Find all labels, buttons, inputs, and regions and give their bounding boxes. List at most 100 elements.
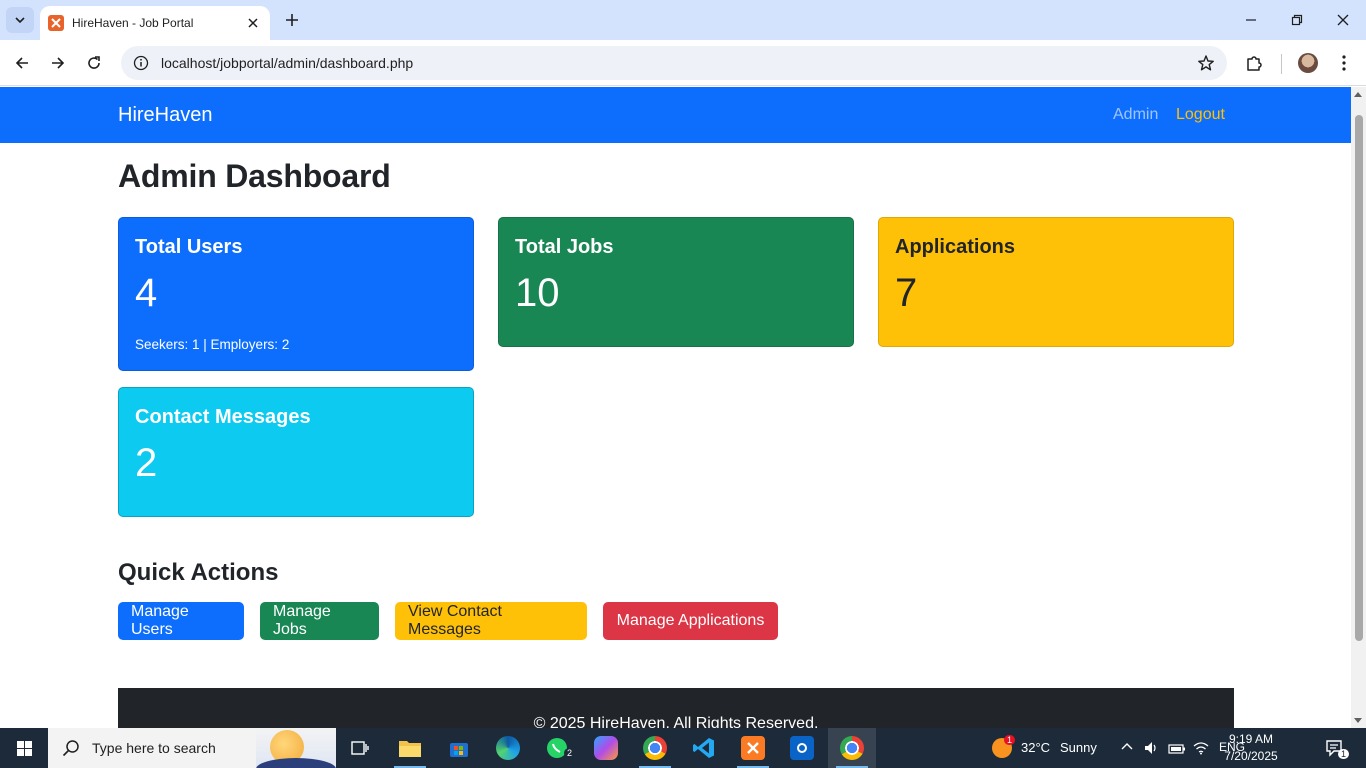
close-icon (1337, 14, 1349, 26)
taskbar-app-whatsapp[interactable]: 2 (533, 728, 581, 768)
card-value: 10 (515, 271, 560, 315)
card-title: Contact Messages (135, 406, 311, 428)
taskbar-search-box[interactable]: Type here to search (48, 728, 336, 768)
start-button[interactable] (0, 728, 48, 768)
url-text[interactable]: localhost/jobportal/admin/dashboard.php (161, 55, 413, 71)
chevron-down-icon (15, 17, 25, 24)
task-view-button[interactable] (336, 728, 384, 768)
card-title: Total Users (135, 236, 243, 258)
card-title: Applications (895, 236, 1016, 258)
search-icon (62, 740, 79, 757)
vscode-icon (693, 738, 714, 758)
stat-card-contact-messages: Contact Messages 2 (118, 387, 474, 517)
chrome-icon (840, 736, 864, 760)
search-highlight-image (256, 728, 336, 768)
taskbar-app-outlook[interactable] (778, 728, 826, 768)
kebab-menu-icon (1342, 55, 1346, 71)
taskbar-app-file-explorer[interactable] (386, 728, 434, 768)
view-contact-messages-button[interactable]: View Contact Messages (395, 602, 587, 640)
restore-icon (1291, 14, 1303, 26)
notification-center-button[interactable]: 1 (1314, 728, 1366, 768)
extensions-button[interactable] (1240, 49, 1268, 77)
tray-overflow-chevron-icon[interactable] (1120, 740, 1134, 759)
chrome-icon (643, 736, 667, 760)
wifi-icon[interactable] (1193, 741, 1209, 760)
site-info-icon[interactable] (133, 55, 149, 71)
task-view-icon (351, 741, 369, 755)
notification-count-badge: 1 (1338, 749, 1350, 759)
back-button[interactable] (8, 49, 36, 77)
battery-icon[interactable] (1168, 742, 1186, 760)
weather-alert-badge: 1 (1004, 735, 1016, 745)
clock-time: 9:19 AM (1228, 732, 1274, 746)
scroll-down-arrow-icon[interactable] (1354, 718, 1362, 723)
outlook-icon (790, 736, 814, 760)
whatsapp-badge: 2 (564, 748, 576, 758)
tab-search-button[interactable] (6, 7, 34, 33)
avatar (1298, 53, 1318, 73)
taskbar-app-microsoft-store[interactable] (435, 728, 483, 768)
manage-users-button[interactable]: Manage Users (118, 602, 244, 640)
site-footer: © 2025 HireHaven. All Rights Reserved. (118, 688, 1234, 728)
page-title: Admin Dashboard (118, 158, 391, 194)
volume-icon[interactable] (1143, 740, 1159, 761)
stat-card-total-jobs: Total Jobs 10 (498, 217, 854, 347)
bookmark-star-icon[interactable] (1197, 54, 1215, 77)
close-window-button[interactable] (1320, 0, 1366, 40)
weather-condition: Sunny (1060, 740, 1097, 755)
taskbar-app-chrome[interactable] (631, 728, 679, 768)
restore-button[interactable] (1274, 0, 1320, 40)
minimize-icon (1246, 19, 1256, 21)
browser-menu-button[interactable] (1330, 49, 1358, 77)
minimize-button[interactable] (1228, 0, 1274, 40)
page-viewport: HireHaven Admin Logout Admin Dashboard T… (0, 87, 1351, 728)
forward-button[interactable] (44, 49, 72, 77)
store-icon (450, 743, 468, 757)
address-bar[interactable]: localhost/jobportal/admin/dashboard.php (121, 46, 1227, 80)
card-value: 7 (895, 271, 918, 315)
xampp-icon (741, 736, 765, 760)
copilot-icon (594, 736, 618, 760)
card-value: 2 (135, 441, 158, 485)
xampp-favicon-icon (48, 15, 64, 31)
manage-jobs-button[interactable]: Manage Jobs (260, 602, 379, 640)
arrow-right-icon (52, 57, 65, 69)
folder-icon (399, 741, 421, 757)
card-subtext: Seekers: 1 | Employers: 2 (135, 337, 290, 352)
reload-icon (88, 56, 100, 69)
new-tab-button[interactable] (280, 8, 304, 32)
taskbar-clock[interactable]: 9:19 AM 7/20/2025 (1221, 731, 1281, 765)
windows-logo-icon (16, 740, 32, 756)
card-title: Total Jobs (515, 236, 614, 258)
taskbar-app-vscode[interactable] (680, 728, 728, 768)
taskbar-app-chrome-active[interactable] (828, 728, 876, 768)
scroll-up-arrow-icon[interactable] (1354, 92, 1362, 97)
puzzle-icon (1247, 56, 1262, 71)
nav-link-logout[interactable]: Logout (1176, 106, 1225, 124)
site-brand-link[interactable]: HireHaven (118, 104, 212, 127)
taskbar-app-xampp[interactable] (729, 728, 777, 768)
card-value: 4 (135, 271, 158, 315)
browser-tab-active[interactable]: HireHaven - Job Portal (40, 6, 270, 40)
search-placeholder: Type here to search (92, 740, 216, 756)
quick-actions-heading: Quick Actions (118, 559, 279, 586)
tab-close-icon[interactable] (244, 14, 262, 32)
taskbar-app-edge[interactable] (484, 728, 532, 768)
weather-temperature: 32°C (1021, 740, 1051, 755)
page-scrollbar[interactable] (1351, 87, 1366, 728)
nav-link-admin[interactable]: Admin (1113, 106, 1158, 124)
scrollbar-thumb[interactable] (1355, 115, 1363, 641)
taskbar-app-copilot[interactable] (582, 728, 630, 768)
reload-button[interactable] (80, 49, 108, 77)
browser-tab-bar: HireHaven - Job Portal (0, 0, 1366, 40)
plus-icon (286, 14, 298, 26)
browser-toolbar: localhost/jobportal/admin/dashboard.php (0, 40, 1366, 86)
weather-widget[interactable]: 1 32°C Sunny (988, 728, 1108, 768)
windows-taskbar: Type here to search 2 1 32°C Sunny ENG 9… (0, 728, 1366, 768)
profile-button[interactable] (1294, 49, 1322, 77)
manage-applications-button[interactable]: Manage Applications (603, 602, 778, 640)
toolbar-divider (1281, 54, 1282, 74)
site-navbar: HireHaven Admin Logout (0, 87, 1351, 143)
footer-copyright: © 2025 HireHaven. All Rights Reserved. (533, 715, 819, 728)
tab-title: HireHaven - Job Portal (72, 16, 194, 30)
